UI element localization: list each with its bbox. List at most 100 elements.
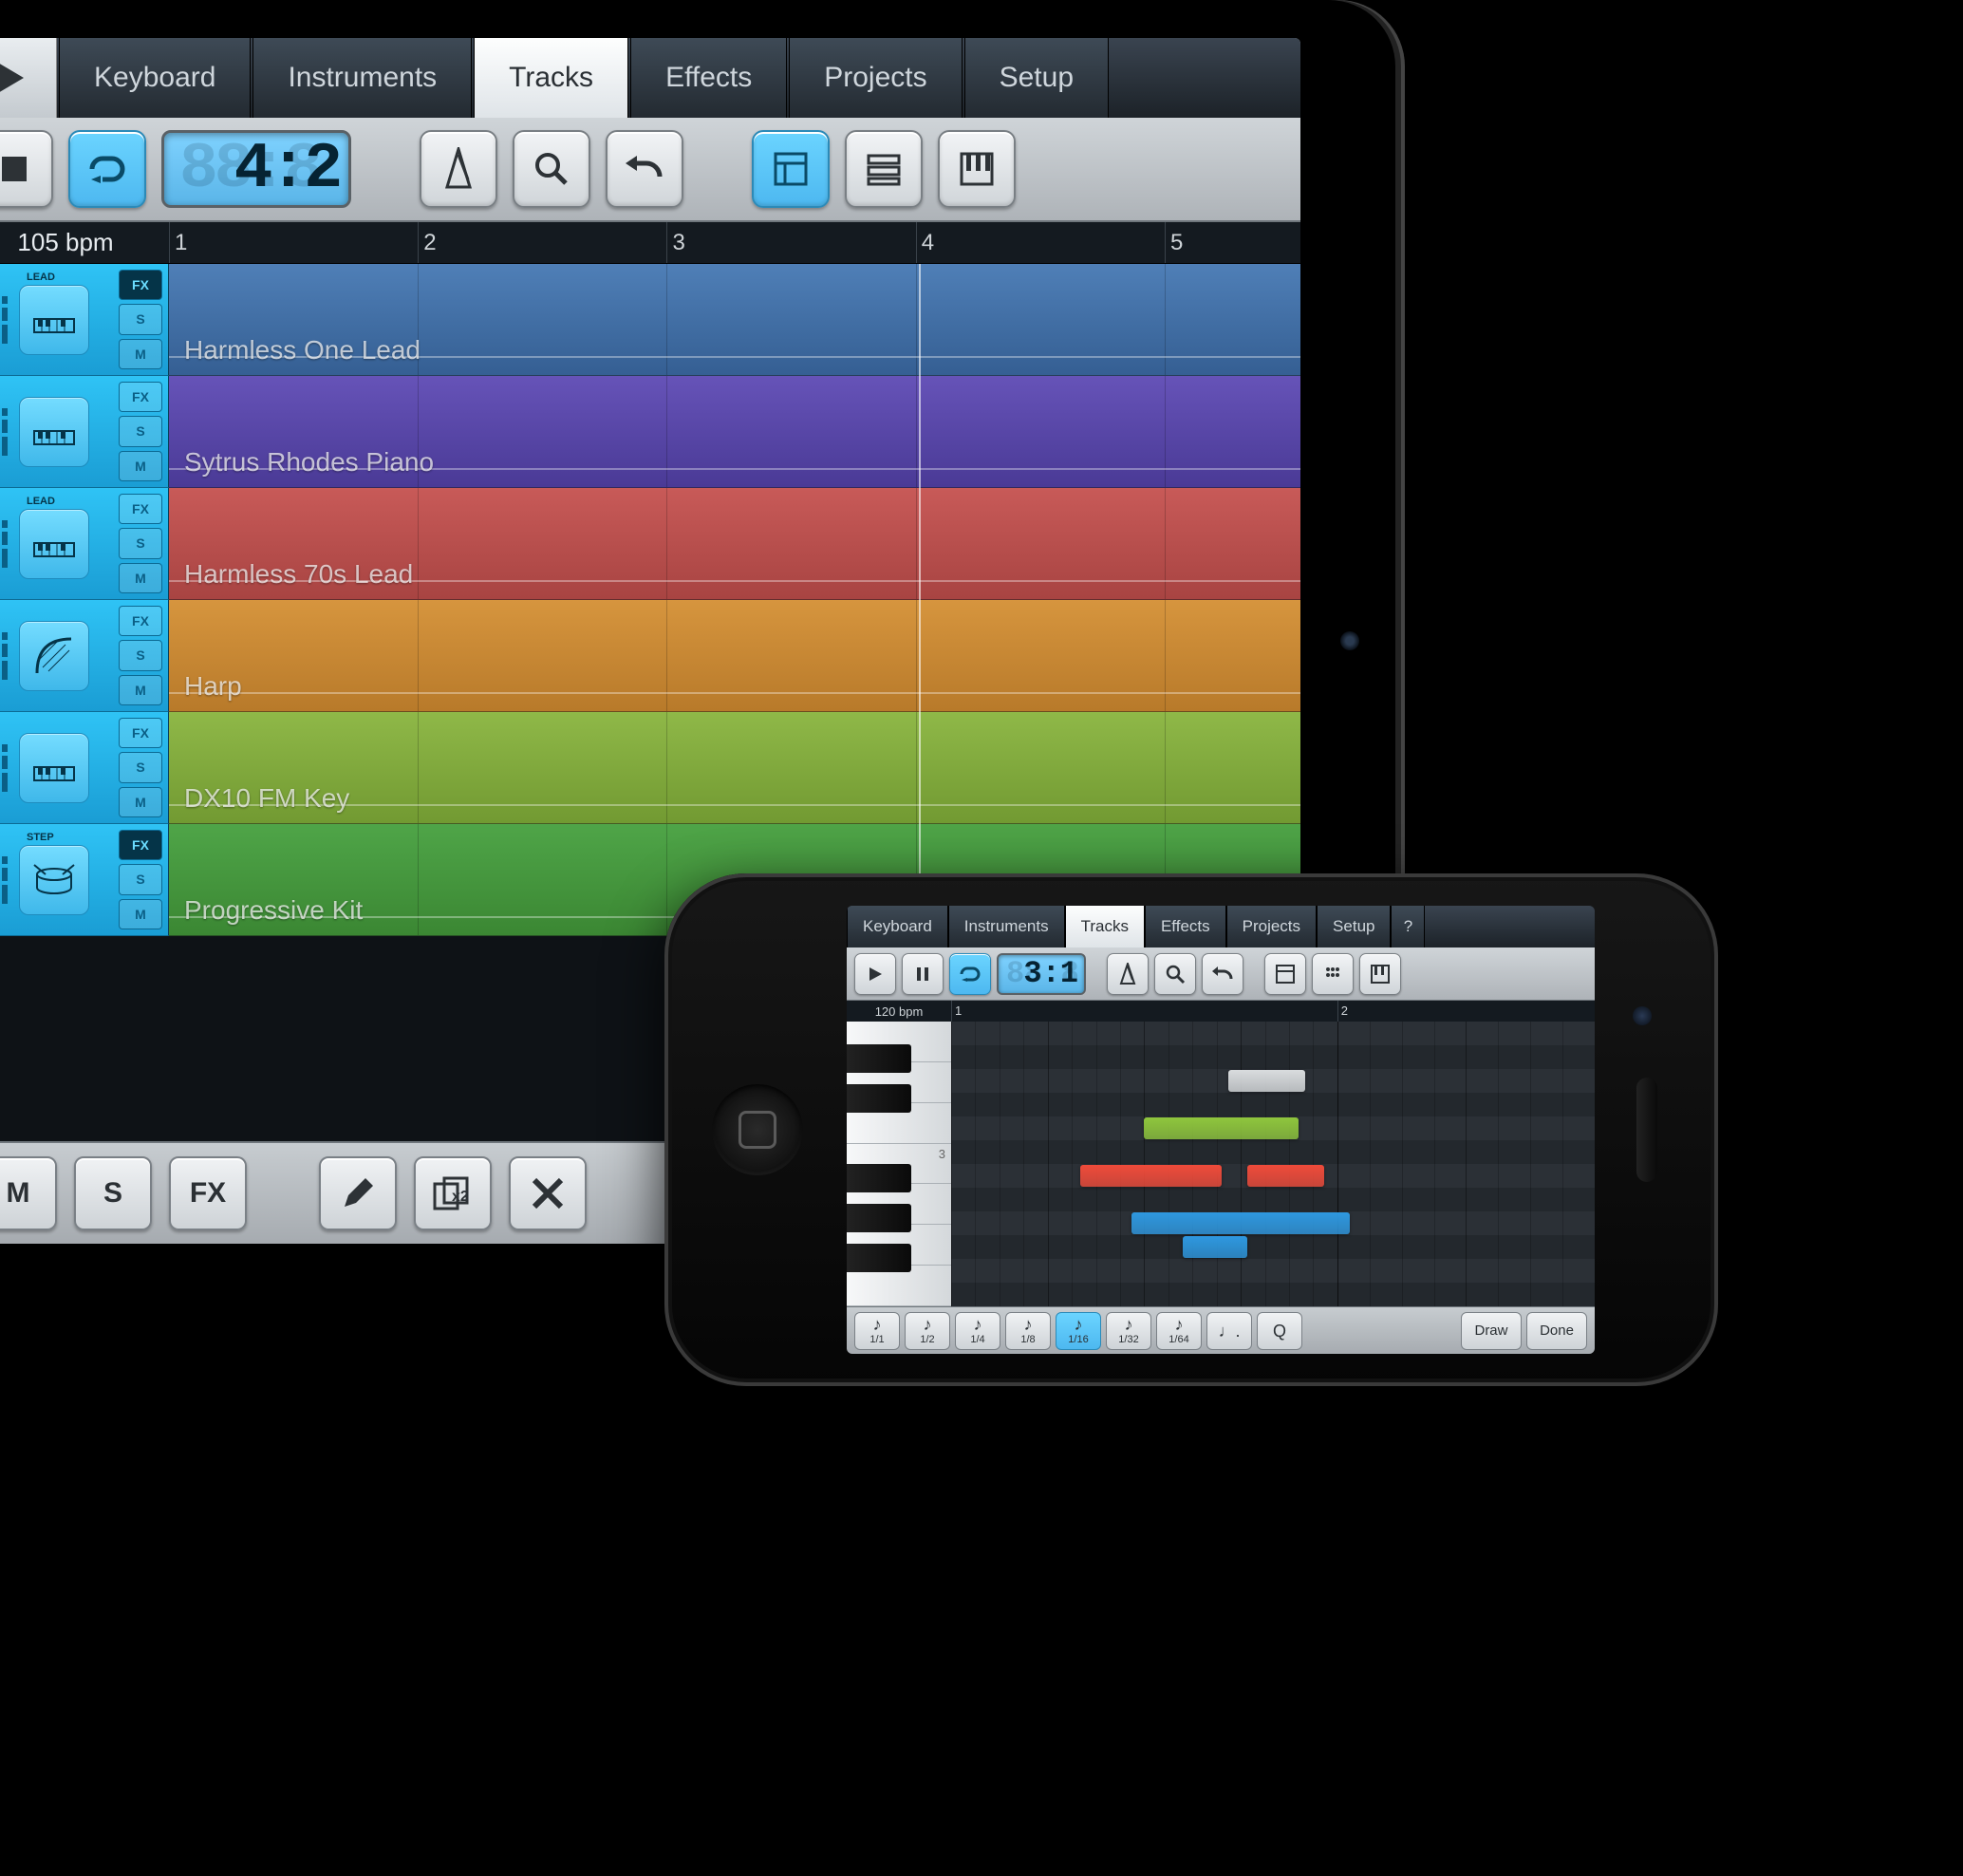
ptab-tracks[interactable]: Tracks	[1065, 906, 1145, 947]
home-button[interactable]	[712, 1084, 803, 1175]
quantize-1-4[interactable]: ♪1/4	[955, 1312, 1000, 1350]
track-solo-badge[interactable]: S	[119, 304, 162, 334]
duplicate-button[interactable]: x2	[414, 1156, 492, 1230]
midi-note[interactable]	[1247, 1165, 1324, 1187]
track-mute-badge[interactable]: M	[119, 451, 162, 481]
track-clip[interactable]: Harp	[169, 600, 1300, 712]
p-loop-button[interactable]	[949, 953, 991, 995]
piano-keys[interactable]: 3	[847, 1022, 951, 1306]
track-mute-badge[interactable]: M	[119, 787, 162, 817]
tab-effects[interactable]: Effects	[630, 38, 787, 118]
tab-keyboard[interactable]: Keyboard	[59, 38, 251, 118]
quantize-1-32[interactable]: ♪1/32	[1106, 1312, 1151, 1350]
piano-roll[interactable]: 3	[847, 1022, 1595, 1306]
midi-note[interactable]	[1228, 1070, 1305, 1092]
p-bpm[interactable]: 120 bpm	[847, 1004, 951, 1019]
track-solo-badge[interactable]: S	[119, 864, 162, 894]
p-zoom-button[interactable]	[1154, 953, 1196, 995]
instrument-icon[interactable]	[19, 845, 89, 915]
bpm-display[interactable]: 105 bpm	[0, 228, 169, 257]
instrument-icon[interactable]	[19, 621, 89, 691]
track-clip[interactable]: Harmless 70s Lead	[169, 488, 1300, 600]
view-clips-button[interactable]	[845, 130, 923, 208]
p-ruler[interactable]: 120 bpm 1 2	[847, 1001, 1595, 1022]
p-view2-button[interactable]	[1312, 953, 1354, 995]
ptab-setup[interactable]: Setup	[1317, 906, 1391, 947]
midi-note[interactable]	[1183, 1236, 1247, 1258]
track-solo-badge[interactable]: S	[119, 752, 162, 782]
quantize-1-1[interactable]: ♪1/1	[854, 1312, 900, 1350]
done-button[interactable]: Done	[1526, 1312, 1587, 1350]
fx-button[interactable]: FX	[169, 1156, 247, 1230]
track-fx-badge[interactable]: FX	[119, 718, 162, 748]
zoom-button[interactable]	[513, 130, 590, 208]
ptab-effects[interactable]: Effects	[1145, 906, 1226, 947]
metronome-button[interactable]	[420, 130, 497, 208]
track-mute-badge[interactable]: M	[119, 899, 162, 929]
track-mute-badge[interactable]: M	[119, 563, 162, 593]
track-row[interactable]: 2FXSMSytrus Rhodes Piano	[0, 376, 1300, 488]
midi-note[interactable]	[1131, 1212, 1351, 1234]
track-fx-badge[interactable]: FX	[119, 382, 162, 412]
p-undo-button[interactable]	[1202, 953, 1243, 995]
quantize-1-2[interactable]: ♪1/2	[905, 1312, 950, 1350]
p-view3-button[interactable]	[1359, 953, 1401, 995]
track-header[interactable]: 5FXSM	[0, 712, 169, 824]
track-row[interactable]: 1LEADFXSMHarmless One Lead	[0, 264, 1300, 376]
timeline-ruler[interactable]: 105 bpm 1 2 3 4 5	[0, 222, 1300, 264]
snap-button[interactable]: Q	[1257, 1312, 1302, 1350]
instrument-icon[interactable]	[19, 397, 89, 467]
p-pause-button[interactable]	[902, 953, 944, 995]
view-piano-button[interactable]	[938, 130, 1016, 208]
track-solo-badge[interactable]: S	[119, 528, 162, 558]
quantize-1-16[interactable]: ♪1/16	[1056, 1312, 1101, 1350]
tab-instruments[interactable]: Instruments	[252, 38, 472, 118]
track-header[interactable]: 1LEADFXSM	[0, 264, 169, 376]
midi-note[interactable]	[1080, 1165, 1222, 1187]
track-fx-badge[interactable]: FX	[119, 830, 162, 860]
track-header[interactable]: 2FXSM	[0, 376, 169, 488]
ptab-projects[interactable]: Projects	[1226, 906, 1317, 947]
position-lcd[interactable]: 88:84:2	[161, 130, 351, 208]
track-fx-badge[interactable]: FX	[119, 606, 162, 636]
quantize-1-64[interactable]: ♪1/64	[1156, 1312, 1202, 1350]
pencil-button[interactable]	[319, 1156, 397, 1230]
tab-tracks[interactable]: Tracks	[474, 38, 628, 118]
p-play-button[interactable]	[854, 953, 896, 995]
mute-button[interactable]: M	[0, 1156, 57, 1230]
quantize-1-8[interactable]: ♪1/8	[1005, 1312, 1051, 1350]
track-solo-badge[interactable]: S	[119, 416, 162, 446]
draw-button[interactable]: Draw	[1461, 1312, 1522, 1350]
track-solo-badge[interactable]: S	[119, 640, 162, 670]
p-lcd[interactable]: 88:83:1	[997, 953, 1086, 995]
tab-setup[interactable]: Setup	[964, 38, 1109, 118]
note-grid[interactable]	[951, 1022, 1595, 1306]
stop-button[interactable]	[0, 130, 53, 208]
ptab-keyboard[interactable]: Keyboard	[847, 906, 948, 947]
instrument-icon[interactable]	[19, 733, 89, 803]
dotted-button[interactable]: ♩.	[1206, 1312, 1252, 1350]
p-metronome-button[interactable]	[1107, 953, 1149, 995]
track-clip[interactable]: DX10 FM Key	[169, 712, 1300, 824]
track-clip[interactable]: Sytrus Rhodes Piano	[169, 376, 1300, 488]
track-row[interactable]: 5FXSMDX10 FM Key	[0, 712, 1300, 824]
track-fx-badge[interactable]: FX	[119, 270, 162, 300]
track-fx-badge[interactable]: FX	[119, 494, 162, 524]
track-row[interactable]: 4FXSMHarp	[0, 600, 1300, 712]
track-header[interactable]: 3LEADFXSM	[0, 488, 169, 600]
view-tracks-button[interactable]	[752, 130, 830, 208]
play-button[interactable]	[0, 38, 57, 118]
track-header[interactable]: 4FXSM	[0, 600, 169, 712]
track-mute-badge[interactable]: M	[119, 339, 162, 369]
instrument-icon[interactable]	[19, 509, 89, 579]
solo-button[interactable]: S	[74, 1156, 152, 1230]
undo-button[interactable]	[606, 130, 683, 208]
delete-button[interactable]	[509, 1156, 587, 1230]
help-button[interactable]: ?	[1391, 906, 1425, 947]
midi-note[interactable]	[1144, 1117, 1299, 1139]
tab-projects[interactable]: Projects	[789, 38, 962, 118]
track-mute-badge[interactable]: M	[119, 675, 162, 705]
instrument-icon[interactable]	[19, 285, 89, 355]
loop-button[interactable]	[68, 130, 146, 208]
track-row[interactable]: 3LEADFXSMHarmless 70s Lead	[0, 488, 1300, 600]
